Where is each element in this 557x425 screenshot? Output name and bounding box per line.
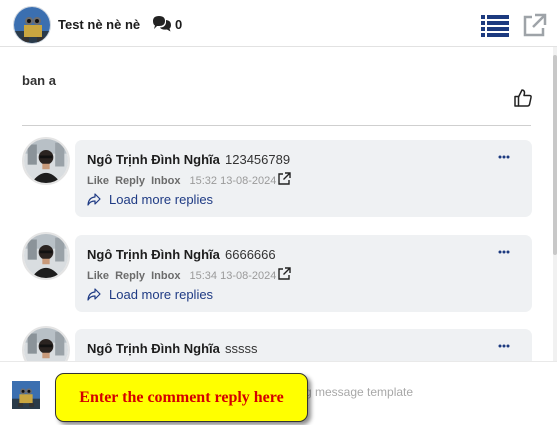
more-options-icon[interactable] — [498, 339, 510, 351]
comment-bubble: Ngô Trịnh Đình Nghĩa 123456789 Like Repl… — [75, 140, 532, 217]
reply-composer: g message template Enter the comment rep… — [0, 361, 557, 425]
comment-author[interactable]: Ngô Trịnh Đình Nghĩa — [87, 247, 220, 262]
load-more-replies-link[interactable]: Load more replies — [109, 287, 213, 302]
comment-item: Ngô Trịnh Đình Nghĩa 6666666 Like Reply … — [22, 232, 534, 314]
open-link-icon[interactable] — [277, 267, 291, 281]
comment-author[interactable]: Ngô Trịnh Đình Nghĩa — [87, 341, 220, 356]
like-link[interactable]: Like — [87, 270, 109, 282]
comment-bubble: Ngô Trịnh Đình Nghĩa 6666666 Like Reply … — [75, 235, 532, 312]
comment-meta: Like Reply Inbox 15:34 13-08-2024 — [87, 270, 276, 282]
scrollbar-thumb[interactable] — [553, 55, 557, 255]
tooltip-text: Enter the comment reply here — [79, 388, 284, 406]
more-options-icon[interactable] — [498, 150, 510, 162]
comment-meta: Like Reply Inbox 15:32 13-08-2024 — [87, 175, 276, 187]
reply-arrow-icon — [87, 193, 101, 206]
post-text: ban a — [22, 73, 56, 88]
avatar[interactable] — [22, 232, 70, 280]
inbox-link[interactable]: Inbox — [151, 270, 180, 282]
comment-timestamp: 15:34 13-08-2024 — [189, 270, 277, 282]
avatar[interactable] — [22, 326, 70, 361]
comment-thread[interactable]: ban a Ngô Trịnh Đình Nghĩa 123456789 Lik… — [0, 47, 553, 361]
page-title: Test nè nè nè — [58, 17, 141, 32]
comment-text: 123456789 — [225, 152, 291, 167]
comment-item: Ngô Trịnh Đình Nghĩa 123456789 Like Repl… — [22, 137, 534, 219]
chat-bubbles-icon — [152, 15, 172, 33]
reply-link[interactable]: Reply — [115, 270, 145, 282]
divider — [22, 125, 531, 126]
comment-text: 6666666 — [225, 247, 276, 262]
comment-item: Ngô Trịnh Đình Nghĩa sssss — [22, 326, 534, 361]
avatar[interactable] — [22, 137, 70, 185]
reply-input[interactable]: g message template — [305, 385, 413, 399]
page-avatar[interactable] — [13, 6, 51, 44]
thumbs-up-icon[interactable] — [513, 88, 533, 108]
composer-avatar — [12, 381, 40, 409]
load-more-replies-link[interactable]: Load more replies — [109, 192, 213, 207]
comment-count: 0 — [175, 17, 183, 32]
open-link-icon[interactable] — [277, 172, 291, 186]
scrollbar[interactable] — [553, 47, 557, 361]
more-options-icon[interactable] — [498, 245, 510, 257]
reply-link[interactable]: Reply — [115, 175, 145, 187]
reply-hint-tooltip: Enter the comment reply here — [55, 373, 308, 422]
like-link[interactable]: Like — [87, 175, 109, 187]
comment-bubble: Ngô Trịnh Đình Nghĩa sssss — [75, 329, 532, 361]
comment-timestamp: 15:32 13-08-2024 — [189, 175, 277, 187]
inbox-link[interactable]: Inbox — [151, 175, 180, 187]
list-icon[interactable] — [481, 14, 509, 38]
reply-arrow-icon — [87, 288, 101, 301]
comment-text: sssss — [225, 341, 258, 356]
conversation-header: Test nè nè nè 0 — [0, 0, 557, 47]
external-link-icon[interactable] — [521, 13, 547, 39]
comment-author[interactable]: Ngô Trịnh Đình Nghĩa — [87, 152, 220, 167]
